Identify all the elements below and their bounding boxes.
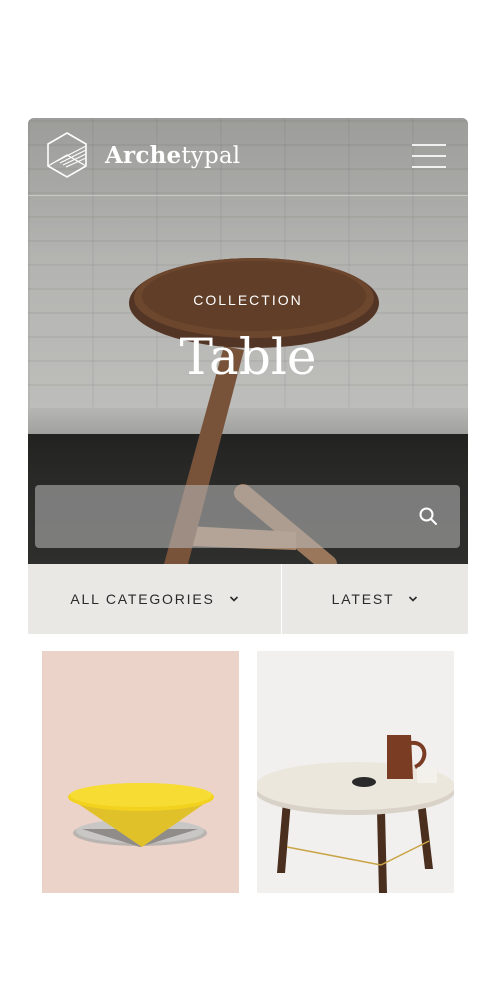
brand-name-light: typal [181,143,241,169]
filter-bar: ALL CATEGORIES LATEST [28,564,468,634]
sort-dropdown-label: LATEST [331,591,395,607]
brand-wordmark[interactable]: Archetypal [105,142,240,169]
collection-label: COLLECTION [193,292,303,308]
brand-name-bold: Arche [105,142,182,169]
category-dropdown-label: ALL CATEGORIES [70,591,215,607]
sort-dropdown[interactable]: LATEST [282,564,468,634]
page-title: Table [179,328,317,386]
search-input[interactable] [35,485,405,548]
hamburger-menu-icon[interactable] [412,144,446,170]
header-divider [28,195,468,196]
round-coffee-table-image [257,735,454,893]
site-header: Archetypal [28,118,468,196]
chevron-down-icon [409,596,418,602]
chevron-down-icon [229,596,238,602]
category-dropdown[interactable]: ALL CATEGORIES [28,564,281,634]
search-icon[interactable] [418,506,438,526]
product-card-yellow-cone-table[interactable] [42,651,239,893]
geometric-hexagon-logo-icon[interactable] [45,131,89,179]
collection-card: Archetypal COLLECTION Table ALL CATEGORI… [28,118,468,634]
search-bar[interactable] [35,485,460,548]
hero-banner: Archetypal COLLECTION Table [28,118,468,564]
yellow-cone-table-image [68,783,214,847]
product-card-round-coffee-table[interactable] [257,651,454,893]
